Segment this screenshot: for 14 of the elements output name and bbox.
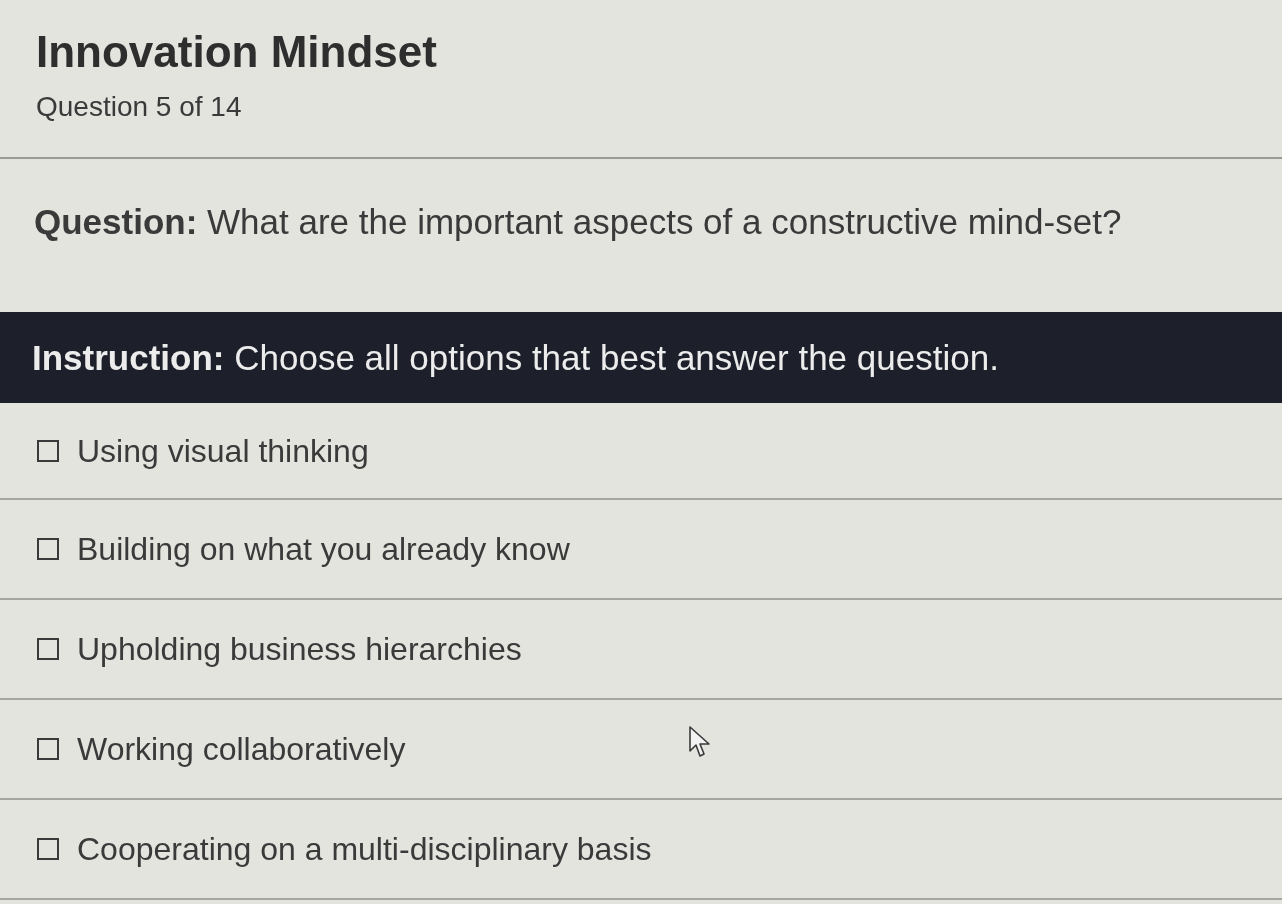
answer-option[interactable]: Cooperating on a multi-disciplinary basis xyxy=(0,800,1282,900)
quiz-title: Innovation Mindset xyxy=(36,26,437,78)
answer-option[interactable]: Upholding business hierarchies xyxy=(0,600,1282,700)
mouse-cursor-icon xyxy=(689,726,711,758)
instruction-text: Instruction: Choose all options that best answer the question. xyxy=(32,336,999,379)
checkbox[interactable] xyxy=(37,738,59,760)
checkbox[interactable] xyxy=(37,638,59,660)
answer-option[interactable]: Building on what you already know xyxy=(0,500,1282,600)
answer-option[interactable]: Using visual thinking xyxy=(0,403,1282,500)
checkbox[interactable] xyxy=(37,439,59,462)
checkbox[interactable] xyxy=(37,838,59,860)
checkbox[interactable] xyxy=(37,538,59,560)
question-counter-text: Question 5 of 14 xyxy=(36,90,242,124)
question-text: Question: What are the important aspects of a constructive mind-set? xyxy=(34,201,1122,243)
